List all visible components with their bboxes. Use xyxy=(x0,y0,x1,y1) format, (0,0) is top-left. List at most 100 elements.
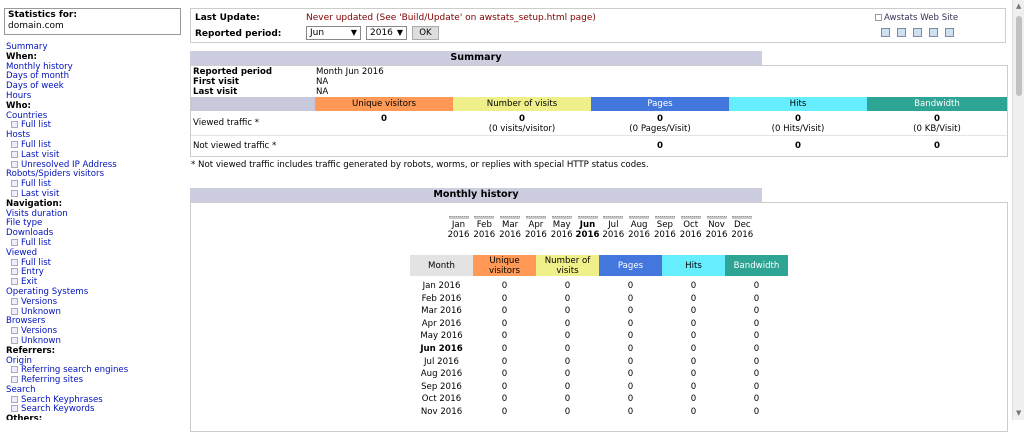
table-row: Sep 2016 0 0 0 0 0 xyxy=(410,381,788,393)
summary-title: Summary xyxy=(190,51,762,65)
value-cell: 0 xyxy=(501,356,508,367)
mh-col-unique-visitors: Unique visitors xyxy=(473,255,536,276)
scroll-down-arrow-icon[interactable]: ▼ xyxy=(1016,410,1021,417)
reported-period-label: Reported period: xyxy=(195,29,282,39)
value-cell: 0 xyxy=(501,381,508,392)
submenu-icon xyxy=(11,395,18,403)
chart-year-label: 2016 xyxy=(524,230,547,240)
chart-month-label: Oct xyxy=(683,220,699,230)
value-cell: 0 xyxy=(564,356,571,367)
chart-year-label: 2016 xyxy=(653,230,676,240)
chart-month-feb: Feb 2016 xyxy=(472,216,497,240)
menu-sublink-label[interactable]: Search Keyphrases xyxy=(21,395,103,405)
value-cell: 0 xyxy=(564,369,571,380)
menu-sublink-label[interactable]: Last visit xyxy=(21,189,59,199)
value-cell: 0 xyxy=(564,306,571,317)
chart-month-may: May 2016 xyxy=(549,216,574,240)
menu-sublink-label[interactable]: Exit xyxy=(21,277,37,287)
value-cell: 0 xyxy=(690,293,697,304)
menu-sublink-label[interactable]: Versions xyxy=(21,297,57,307)
broken-image-icon xyxy=(875,14,882,21)
menu-sublink-label[interactable]: Search Keywords xyxy=(21,404,94,415)
row-divider xyxy=(191,135,1007,136)
chart-year-label: 2016 xyxy=(550,230,573,240)
dropdown-arrow-icon: ▼ xyxy=(396,28,403,37)
chart-bar xyxy=(474,216,495,219)
scroll-up-arrow-icon[interactable]: ▲ xyxy=(1016,3,1021,10)
chart-bar xyxy=(500,216,521,219)
viewed-hits: 0 (0 Hits/Visit) xyxy=(771,114,825,134)
chart-month-sep: Sep 2016 xyxy=(652,216,677,240)
chart-bar xyxy=(577,216,598,219)
chart-bar xyxy=(603,216,624,219)
value-cell: 0 xyxy=(501,369,508,380)
value-cell: 0 xyxy=(564,331,571,342)
table-row: Jan 2016 0 0 0 0 0 xyxy=(410,280,788,292)
value-cell: 0 xyxy=(690,356,697,367)
menu-sublink-label[interactable]: Full list xyxy=(21,140,51,150)
table-row: May 2016 0 0 0 0 0 xyxy=(410,330,788,342)
menu-sublink-label[interactable]: Referring search engines xyxy=(21,365,128,375)
tool-icon-5[interactable] xyxy=(945,28,954,37)
last-visit-value: NA xyxy=(316,87,329,97)
last-update-value: Never updated (See 'Build/Update' on aws… xyxy=(306,13,596,23)
value-cell: 0 xyxy=(690,331,697,342)
menu-sublink-label[interactable]: Full list xyxy=(21,120,51,130)
month-cell: Aug 2016 xyxy=(420,369,463,380)
menu-sublink-label[interactable]: Unresolved IP Address xyxy=(21,160,117,170)
page-scrollbar[interactable]: ▲ ▼ xyxy=(1012,0,1024,420)
menu-sublink-label[interactable]: Unknown xyxy=(21,336,61,346)
submenu-icon xyxy=(11,140,18,148)
mh-col-pages: Pages xyxy=(599,255,662,276)
year-select[interactable]: 2016 ▼ xyxy=(366,26,407,40)
tool-icon-1[interactable] xyxy=(881,28,890,37)
menu-sublink-label[interactable]: Full list xyxy=(21,179,51,189)
month-cell: Feb 2016 xyxy=(421,293,462,304)
month-cell: Mar 2016 xyxy=(421,306,462,317)
header-box: Last Update: Never updated (See 'Build/U… xyxy=(190,8,1006,43)
value-cell: 0 xyxy=(753,293,760,304)
value-cell: 0 xyxy=(753,318,760,329)
value-cell: 0 xyxy=(690,407,697,417)
table-row: Feb 2016 0 0 0 0 0 xyxy=(410,293,788,305)
menu-sublink-label[interactable]: Entry xyxy=(21,267,44,277)
menu-sublink-label[interactable]: Full list xyxy=(21,258,51,268)
mh-col-number-of-visits: Number of visits xyxy=(536,255,599,276)
month-select[interactable]: Jun ▼ xyxy=(306,26,361,40)
tool-icon-3[interactable] xyxy=(913,28,922,37)
menu-sublink-label[interactable]: Full list xyxy=(21,238,51,248)
awstats-logo-link[interactable]: Awstats Web Site xyxy=(875,13,964,25)
chart-month-label: Dec xyxy=(733,220,751,230)
value-cell: 0 xyxy=(690,381,697,392)
menu-sublink-label[interactable]: Versions xyxy=(21,326,57,336)
col-bandwidth: Bandwidth xyxy=(867,97,1007,111)
chart-bar xyxy=(654,216,675,219)
chart-month-apr: Apr 2016 xyxy=(523,216,548,240)
value-cell: 0 xyxy=(564,394,571,405)
scroll-thumb[interactable] xyxy=(1016,16,1022,96)
value-cell: 0 xyxy=(564,407,571,417)
menu-sublink-label[interactable]: Referring sites xyxy=(21,375,83,385)
chart-month-nov: Nov 2016 xyxy=(704,216,729,240)
value-cell: 0 xyxy=(690,394,697,405)
viewed-unique-visitors: 0 xyxy=(381,114,387,124)
menu-sublink-label[interactable]: Last visit xyxy=(21,150,59,160)
table-row: Apr 2016 0 0 0 0 0 xyxy=(410,318,788,330)
submenu-icon xyxy=(11,278,18,286)
value-cell: 0 xyxy=(501,318,508,329)
chart-month-label: Jan xyxy=(451,220,466,230)
chart-year-label: 2016 xyxy=(731,230,754,240)
viewed-visits: 0 (0 visits/visitor) xyxy=(488,114,556,134)
menu-sublink-label[interactable]: Unknown xyxy=(21,307,61,317)
month-cell: Nov 2016 xyxy=(420,407,463,417)
chart-bar xyxy=(629,216,650,219)
chart-month-jan: Jan 2016 xyxy=(446,216,471,240)
ok-button[interactable]: OK xyxy=(412,26,439,40)
menu-list: Summary When: Monthly history Days of month… xyxy=(6,42,128,420)
value-cell: 0 xyxy=(753,344,760,354)
monthly-history-box: Jan 2016 Feb 2016 Mar 2016 Apr 2016 May 2016 Jun 20… xyxy=(190,202,1008,432)
value-cell: 0 xyxy=(690,369,697,380)
tool-icon-2[interactable] xyxy=(897,28,906,37)
last-update-label: Last Update: xyxy=(195,13,260,23)
tool-icon-4[interactable] xyxy=(929,28,938,37)
